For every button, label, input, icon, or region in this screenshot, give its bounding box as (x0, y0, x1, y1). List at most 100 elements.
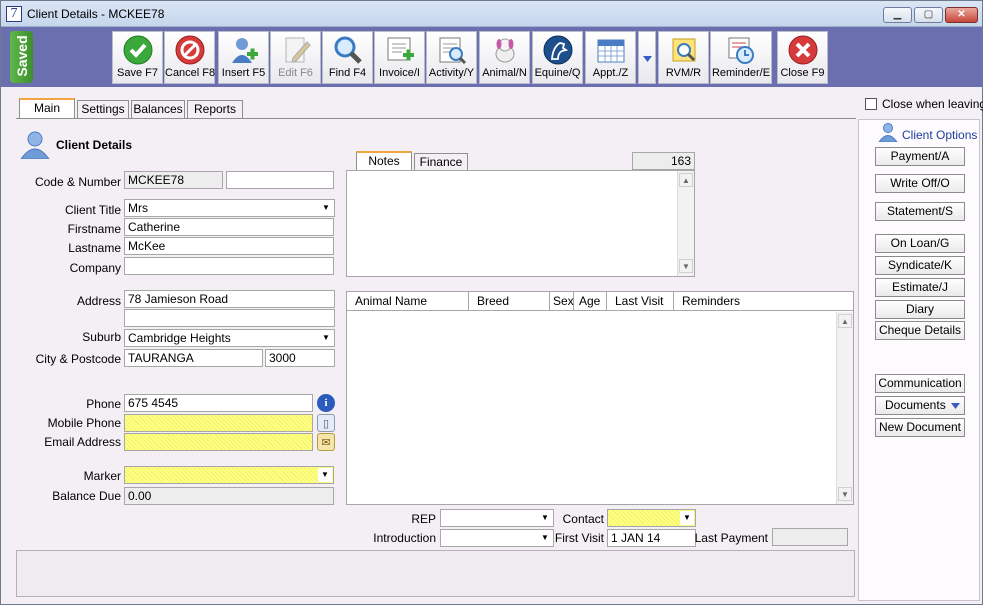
appointment-button[interactable]: Appt./Z (585, 31, 636, 84)
last-payment-field (772, 528, 848, 546)
number-field[interactable] (226, 171, 334, 189)
edit-button[interactable]: Edit F6 (270, 31, 321, 84)
tab-balances[interactable]: Balances (131, 100, 185, 118)
animal-button[interactable]: Animal/N (479, 31, 530, 84)
cancel-button[interactable]: Cancel F8 (164, 31, 215, 84)
firstname-field[interactable]: Catherine (124, 218, 334, 236)
minimize-button[interactable]: ▁ (883, 7, 912, 23)
animals-grid[interactable]: Animal Name Breed Sex Age Last Visit Rem… (346, 291, 854, 505)
code-field[interactable]: MCKEE78 (124, 171, 223, 189)
rep-label: REP (411, 512, 436, 526)
animals-scrollbar[interactable]: ▲ ▼ (836, 312, 853, 504)
info-icon[interactable]: i (317, 394, 335, 412)
documents-button[interactable]: Documents (875, 396, 965, 415)
tab-main[interactable]: Main (19, 98, 75, 118)
column-header-breed[interactable]: Breed (469, 292, 550, 311)
marker-label: Marker (83, 469, 121, 483)
scroll-up-icon[interactable]: ▲ (679, 173, 693, 187)
tab-settings[interactable]: Settings (77, 100, 129, 118)
tab-notes[interactable]: Notes (356, 151, 412, 171)
maximize-button[interactable]: ▢ (914, 7, 943, 23)
suburb-select[interactable]: Cambridge Heights ▼ (124, 329, 335, 347)
rvm-button[interactable]: RVM/R (658, 31, 709, 84)
edit-pencil-icon (285, 37, 311, 63)
suburb-value: Cambridge Heights (128, 331, 231, 345)
client-title-value: Mrs (128, 201, 148, 215)
payment-button[interactable]: Payment/A (875, 147, 965, 166)
invoice-button[interactable]: Invoice/I (374, 31, 425, 84)
syndicate-button[interactable]: Syndicate/K (875, 256, 965, 275)
column-header-sex[interactable]: Sex (550, 292, 574, 311)
title-bar: 7 Client Details - MCKEE78 ▁ ▢ ✕ (1, 1, 982, 27)
reminder-button[interactable]: Reminder/E (710, 31, 772, 84)
email-envelope-icon[interactable]: ✉ (317, 433, 335, 451)
mobile-phone-icon[interactable]: ▯ (317, 414, 335, 432)
postcode-field[interactable]: 3000 (265, 349, 335, 367)
save-button[interactable]: Save F7 (112, 31, 163, 84)
balance-field: 0.00 (124, 487, 334, 505)
tab-finance[interactable]: Finance (414, 153, 468, 171)
activity-label: Activity/Y (428, 67, 475, 79)
window-close-button[interactable]: ✕ (945, 7, 978, 23)
address-line1-field[interactable]: 78 Jamieson Road (124, 290, 335, 308)
write-off-button[interactable]: Write Off/O (875, 174, 965, 193)
new-document-button[interactable]: New Document (875, 418, 965, 437)
on-loan-button[interactable]: On Loan/G (875, 234, 965, 253)
client-person-icon (20, 131, 50, 159)
scroll-down-icon[interactable]: ▼ (838, 487, 852, 501)
close-label: Close F9 (780, 67, 825, 79)
reminder-clock-icon (728, 37, 754, 64)
lastname-label: Lastname (68, 241, 121, 255)
mobile-label: Mobile Phone (47, 416, 121, 430)
notes-scrollbar[interactable]: ▲ ▼ (677, 171, 694, 276)
chevron-down-icon: ▼ (318, 468, 332, 482)
notes-textarea[interactable]: ▲ ▼ (346, 170, 695, 277)
company-field[interactable] (124, 257, 334, 275)
company-label: Company (69, 261, 121, 275)
checkmark-icon (123, 35, 153, 65)
last-payment-label: Last Payment (694, 531, 768, 545)
close-when-leaving-checkbox[interactable] (865, 98, 877, 110)
diary-button[interactable]: Diary (875, 300, 965, 319)
phone-field[interactable]: 675 4545 (124, 394, 313, 412)
first-visit-label: First Visit (554, 531, 604, 545)
insert-button[interactable]: Insert F5 (218, 31, 269, 84)
tab-main-label: Main (33, 101, 60, 115)
tab-reports[interactable]: Reports (187, 100, 243, 118)
mobile-field[interactable] (124, 414, 313, 432)
find-button[interactable]: Find F4 (322, 31, 373, 84)
column-header-age[interactable]: Age (574, 292, 607, 311)
column-header-animal-name[interactable]: Animal Name (347, 292, 469, 311)
statement-button[interactable]: Statement/S (875, 202, 965, 221)
appointment-dropdown-button[interactable] (638, 31, 656, 84)
saved-label: Saved (14, 35, 30, 77)
equine-horse-icon (543, 35, 573, 65)
contact-select[interactable]: ▼ (607, 509, 696, 527)
introduction-label: Introduction (373, 531, 436, 545)
close-button[interactable]: Close F9 (777, 31, 828, 84)
section-title: Client Details (56, 138, 133, 152)
tab-finance-label: Finance (419, 155, 463, 169)
scroll-down-icon[interactable]: ▼ (679, 259, 693, 273)
column-header-last-visit[interactable]: Last Visit (607, 292, 674, 311)
column-header-reminders[interactable]: Reminders (674, 292, 853, 311)
scroll-up-icon[interactable]: ▲ (838, 314, 852, 328)
estimate-button[interactable]: Estimate/J (875, 278, 965, 297)
communication-button[interactable]: Communication (875, 374, 965, 393)
address-line2-field[interactable] (124, 309, 335, 327)
edit-label: Edit F6 (278, 67, 313, 79)
marker-select[interactable]: ▼ (124, 466, 334, 484)
activity-button[interactable]: Activity/Y (426, 31, 477, 84)
email-field[interactable] (124, 433, 313, 451)
insert-label: Insert F5 (221, 67, 266, 79)
invoice-icon (387, 37, 414, 61)
cheque-details-button[interactable]: Cheque Details (875, 321, 965, 340)
city-field[interactable]: TAURANGA (124, 349, 263, 367)
lastname-field[interactable]: McKee (124, 237, 334, 255)
equine-label: Equine/Q (534, 67, 581, 79)
email-label: Email Address (44, 435, 121, 449)
close-when-leaving-label: Close when leaving (882, 97, 983, 111)
equine-button[interactable]: Equine/Q (532, 31, 583, 84)
calendar-icon (597, 39, 625, 63)
client-title-select[interactable]: Mrs ▼ (124, 199, 335, 217)
